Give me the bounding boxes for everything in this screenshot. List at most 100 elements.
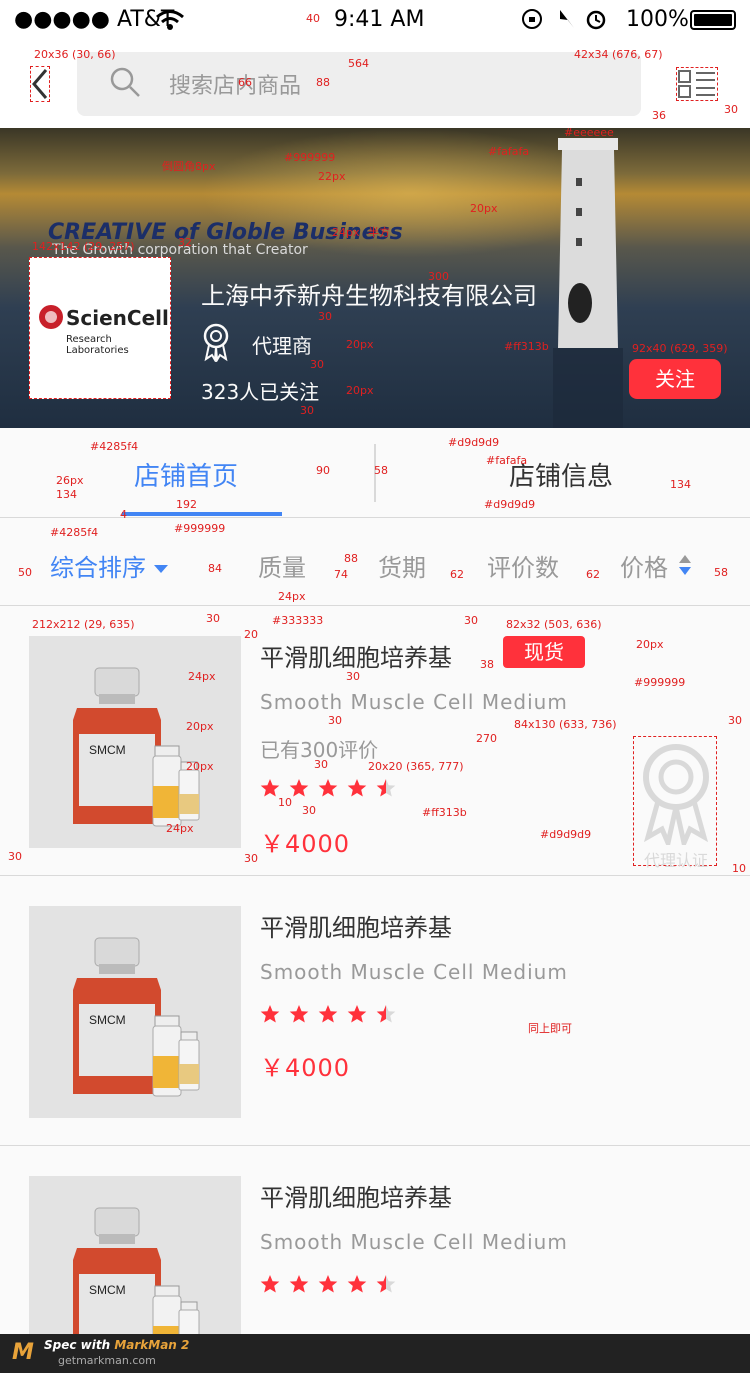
spec-annotation: 88	[344, 552, 358, 565]
spec-annotation: 30	[314, 758, 328, 771]
clock: 9:41 AM	[334, 7, 425, 32]
svg-text:SMCM: SMCM	[89, 743, 126, 757]
star-icon	[318, 1275, 338, 1293]
sort-comprehensive-label: 综合排序	[50, 554, 146, 582]
spec-annotation: 62	[450, 568, 464, 581]
shop-name: 上海中乔新舟生物科技有限公司	[201, 282, 537, 310]
spec-annotation: 90	[316, 464, 330, 477]
spec-annotation: #d9d9d9	[484, 498, 536, 511]
spec-annotation: 50	[18, 566, 32, 579]
logo-brand: ScienCell	[66, 306, 169, 330]
spec-annotation: 20px	[186, 720, 214, 733]
star-icon	[289, 1275, 309, 1293]
sort-quality[interactable]: 质量	[258, 548, 306, 583]
star-icon	[260, 1275, 280, 1293]
spec-annotation: 30	[346, 670, 360, 683]
spec-annotation: 4	[120, 508, 127, 521]
active-tab-indicator	[122, 512, 282, 516]
sort-price[interactable]: 价格	[620, 548, 691, 583]
award-ribbon-icon	[203, 323, 229, 362]
back-button[interactable]	[30, 66, 50, 102]
spec-annotation: #ff313b	[504, 340, 549, 353]
chevron-left-icon	[32, 69, 48, 99]
product-bottle-image: SMCM	[73, 667, 200, 827]
spec-annotation: #999999	[634, 676, 686, 689]
spec-annotation: 42x34 (676, 67)	[574, 48, 663, 61]
spec-annotation: 30	[318, 310, 332, 323]
spec-annotation: 20px	[346, 338, 374, 351]
spec-annotation: 212x212 (29, 635)	[32, 618, 135, 631]
sort-delivery[interactable]: 货期	[378, 548, 426, 583]
star-icon	[347, 1275, 367, 1293]
battery-icon	[690, 10, 736, 30]
sort-reviews[interactable]: 评价数	[487, 548, 559, 583]
spec-annotation: 20x36 (30, 66)	[34, 48, 116, 61]
spec-annotation: 92x40 (629, 359)	[632, 342, 728, 355]
spec-annotation: 倒圆角8px	[162, 160, 216, 173]
spec-annotation: 74	[334, 568, 348, 581]
product-english-name: Smooth Muscle Cell Medium	[260, 690, 568, 714]
search-placeholder: 搜索店内商品	[169, 74, 302, 99]
footer-url: getmarkman.com	[58, 1354, 156, 1367]
product-bottle-image: SMCM	[73, 937, 200, 1097]
spec-annotation: #d9d9d9	[448, 436, 500, 449]
sort-arrows-icon	[679, 555, 691, 575]
spec-annotation: 40	[306, 12, 320, 25]
spec-annotation: 20px	[470, 202, 498, 215]
spec-annotation: 58	[714, 566, 728, 579]
spec-annotation: 84x130 (633, 736)	[514, 718, 617, 731]
spec-annotation: 66	[238, 76, 252, 89]
battery-percent: 100%	[626, 7, 689, 32]
spec-annotation: 10	[732, 862, 746, 875]
follow-button[interactable]: 关注	[629, 359, 721, 399]
sort-comprehensive[interactable]: 综合排序	[50, 548, 168, 583]
spec-annotation: 88	[316, 76, 330, 89]
spec-annotation: 20px	[636, 638, 664, 651]
product-name: 平滑肌细胞培养基	[260, 644, 452, 672]
spec-annotation: 30	[300, 404, 314, 417]
spec-annotation: 同上即可	[528, 1022, 572, 1035]
shop-logo: ScienCell Research Laboratories	[29, 257, 171, 399]
spec-annotation: 20px	[186, 760, 214, 773]
footer-text: Spec with MarkMan 2	[44, 1338, 189, 1352]
spec-annotation: 36	[652, 109, 666, 122]
spec-annotation: 24px	[188, 670, 216, 683]
spec-annotation: 20	[244, 628, 258, 641]
agent-cert-badge: 代理认证	[633, 736, 717, 870]
svg-text:SMCM: SMCM	[89, 1013, 126, 1027]
tab-shop-home[interactable]: 店铺首页	[134, 456, 238, 493]
star-icon	[347, 779, 367, 797]
spec-annotation: 30	[244, 852, 258, 865]
status-icons	[520, 6, 610, 37]
agent-cert-label: 代理认证	[643, 851, 708, 870]
product-english-name: Smooth Muscle Cell Medium	[260, 960, 568, 984]
spec-annotation: 30	[728, 714, 742, 727]
spec-annotation: 134	[56, 488, 77, 501]
star-icon	[347, 1005, 367, 1023]
markman-footer: M Spec with MarkMan 2 getmarkman.com	[0, 1334, 750, 1373]
category-menu-button[interactable]	[676, 67, 718, 101]
spec-annotation: #d9d9d9	[540, 828, 592, 841]
star-icon	[318, 1005, 338, 1023]
status-bar: ●●●●● AT&T 9:41 AM 100%	[0, 0, 750, 40]
spec-annotation: 84	[208, 562, 222, 575]
svg-text:SMCM: SMCM	[89, 1283, 126, 1297]
spec-annotation: 62	[586, 568, 600, 581]
spec-annotation: 10	[278, 796, 292, 809]
star-icon	[289, 779, 309, 797]
spec-annotation: 58	[374, 464, 388, 477]
spec-annotation: 30	[310, 358, 324, 371]
caret-down-icon	[154, 565, 168, 573]
spec-annotation: 30	[464, 614, 478, 627]
footer-text-label: Spec with	[44, 1338, 111, 1352]
star-icon	[289, 1005, 309, 1023]
spec-annotation: 564	[348, 57, 369, 70]
sort-bar: 综合排序 质量 货期 评价数 价格	[0, 518, 750, 606]
product-thumbnail: SMCM	[29, 906, 241, 1118]
star-icon	[376, 1275, 396, 1293]
lighthouse-image	[553, 138, 623, 428]
product-item[interactable]: SMCM 平滑肌细胞培养基 Smooth Muscle Cell Medium ￥4…	[0, 876, 750, 1146]
spec-annotation: #999999	[174, 522, 226, 535]
star-icon	[260, 779, 280, 797]
spec-annotation: 30	[328, 714, 342, 727]
